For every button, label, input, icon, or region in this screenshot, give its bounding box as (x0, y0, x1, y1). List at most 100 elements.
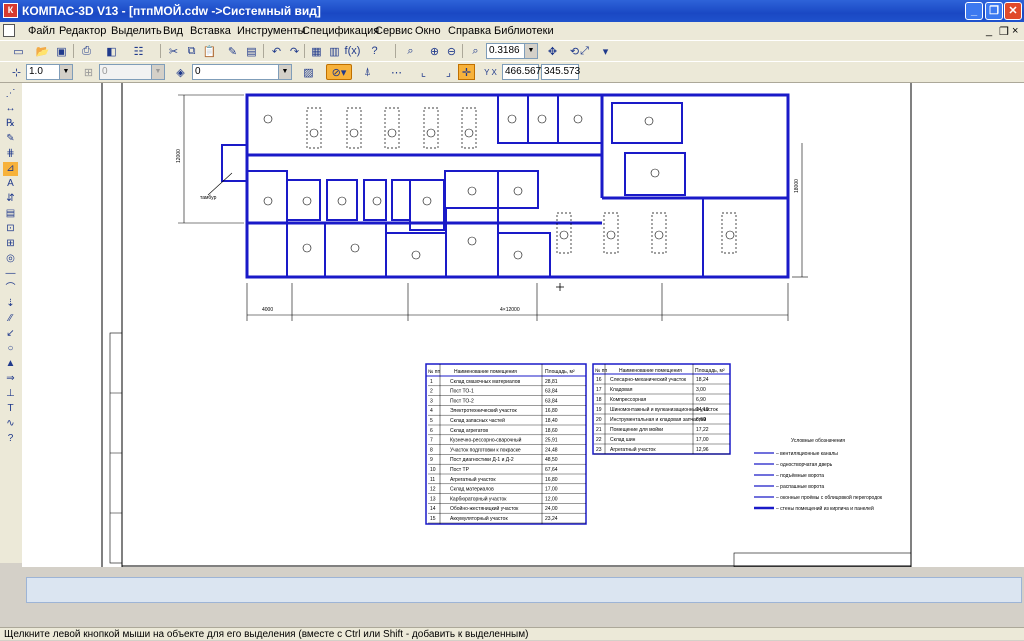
paste-icon[interactable]: 📋 (201, 43, 218, 59)
variables-icon[interactable]: ▥ (326, 43, 343, 59)
doc-close-icon[interactable]: × (1012, 25, 1018, 37)
dimensions-icon[interactable]: ↔ (3, 102, 18, 116)
manager-icon[interactable]: ▦ (308, 43, 325, 59)
table-left-cell: 28,81 (545, 379, 558, 385)
new-document-icon[interactable]: ▭ (10, 43, 27, 59)
print-icon[interactable]: ⎙ (78, 43, 95, 59)
table-right-cell: 19 (596, 407, 602, 413)
menu-edit[interactable]: Редактор (59, 25, 106, 37)
measure-icon[interactable]: ⊿ (3, 162, 18, 176)
legend-title: Условные обозначения (791, 438, 845, 444)
help-pointer-icon[interactable]: ? (366, 43, 383, 59)
doc-minimize-icon[interactable]: _ (986, 25, 992, 37)
zoom-out-icon[interactable]: ⊖ (443, 43, 460, 59)
local-cs-icon[interactable]: ⍋ (359, 64, 376, 80)
menu-tools[interactable]: Инструменты (237, 25, 306, 37)
menu-window[interactable]: Окно (415, 25, 441, 37)
menu-help[interactable]: Справка (448, 25, 491, 37)
pictures-icon[interactable]: ◎ (3, 252, 18, 266)
section-icon[interactable]: ⊥ (3, 387, 18, 401)
rough-icon[interactable]: ⇣ (3, 297, 18, 311)
cursor-snap-icon[interactable]: ✛ (458, 64, 475, 80)
menu-select[interactable]: Выделить (111, 25, 162, 37)
table-right-cell: Слесарно-механический участок (610, 376, 687, 383)
kompas-app-icon[interactable]: К (3, 3, 18, 18)
select-icon[interactable]: A (3, 177, 18, 191)
menu-file[interactable]: Файл (28, 25, 55, 37)
menu-service[interactable]: Сервис (375, 25, 413, 37)
table-right-h1: Наименование помещения (619, 368, 682, 374)
clipboard-icon[interactable]: ▤ (243, 43, 260, 59)
orthogonal-mode-icon[interactable]: ⌞ (415, 64, 432, 80)
arrow-view-icon[interactable]: ⇒ (3, 372, 18, 386)
menu-insert[interactable]: Вставка (190, 25, 231, 37)
save-icon[interactable]: ▣ (53, 43, 70, 59)
table-left-cell: 24,00 (545, 506, 558, 512)
chevron-down-icon[interactable]: ▼ (524, 44, 537, 58)
doc-restore-icon[interactable]: ❐ (999, 25, 1009, 38)
wave-icon[interactable]: ∿ (3, 417, 18, 431)
zoom-scale-icon[interactable]: ⌕ (467, 43, 484, 59)
reports-icon[interactable]: ▤ (3, 207, 18, 221)
grid-icon[interactable]: ⋯ (388, 64, 405, 80)
drawing-canvas[interactable]: 4000 4×12000 12000 18000 тамбур № пп Наи… (22, 83, 1024, 567)
table-left-cell: 16,80 (545, 477, 558, 483)
copy-icon[interactable]: ⧉ (183, 43, 200, 59)
arc-icon[interactable]: ⌒ (3, 282, 18, 296)
layer-combo[interactable]: 0 ▼ (192, 64, 292, 80)
format-painter-icon[interactable]: ✎ (224, 43, 241, 59)
spec-icon[interactable]: ⇵ (3, 192, 18, 206)
designations-icon[interactable]: ℞ (3, 117, 18, 131)
snap-icon[interactable]: ⊹ (8, 64, 25, 80)
drawing-sheet[interactable]: 4000 4×12000 12000 18000 тамбур № пп Наи… (22, 83, 1024, 567)
menu-bar: Файл Редактор Выделить Вид Вставка Инстр… (0, 22, 1024, 40)
zoom-in-icon[interactable]: ⊕ (426, 43, 443, 59)
line-width-combo[interactable]: 1.0 ▼ (26, 64, 73, 80)
pan-icon[interactable]: ✥ (544, 43, 561, 59)
zoom-combo[interactable]: 0.3186 ▼ (486, 43, 538, 59)
undo-icon[interactable]: ↶ (268, 43, 285, 59)
layer-icon[interactable]: ◈ (172, 64, 189, 80)
properties-panel-area[interactable] (26, 577, 1022, 603)
maximize-button[interactable]: ❐ (985, 2, 1003, 20)
parametrization-icon[interactable]: ⋕ (3, 147, 18, 161)
coord-x-field[interactable]: 466.567 (502, 64, 541, 80)
coord-y-field[interactable]: 345.573 (541, 64, 580, 80)
menu-libraries[interactable]: Библиотеки (494, 25, 554, 37)
ruler-icon[interactable]: — (3, 267, 18, 281)
leader-icon[interactable]: ↙ (3, 327, 18, 341)
document-icon[interactable] (3, 24, 15, 37)
question-icon[interactable]: ? (3, 432, 18, 446)
layer-value: 0 (195, 66, 201, 77)
base-icon[interactable]: ▲ (3, 357, 18, 371)
chevron-down-icon[interactable]: ▼ (278, 65, 291, 79)
geometry-icon[interactable]: ⋰ (3, 87, 18, 101)
table-left-cell: Пост ТО-2 (450, 398, 474, 404)
text-icon[interactable]: T (3, 402, 18, 416)
minimize-button[interactable]: _ (965, 2, 983, 20)
circle-icon[interactable]: ○ (3, 342, 18, 356)
chevron-down-icon[interactable]: ▼ (59, 65, 72, 79)
view-options-icon[interactable]: ▾ (597, 43, 614, 59)
open-folder-icon[interactable]: 📂 (34, 43, 51, 59)
preview-icon[interactable]: ◧ (103, 43, 120, 59)
zoom-window-icon[interactable]: ⌕ (402, 43, 419, 59)
table-left-cell: 1 (430, 379, 433, 385)
redo-icon[interactable]: ↷ (286, 43, 303, 59)
show-all-icon[interactable]: ⤢ (576, 43, 593, 59)
insert-icon[interactable]: ⊡ (3, 222, 18, 236)
properties-icon[interactable]: ☷ (130, 43, 147, 59)
menu-specification[interactable]: Спецификация (302, 25, 379, 37)
cut-icon[interactable]: ✂ (165, 43, 182, 59)
hatch-icon[interactable]: ⁄⁄ (3, 312, 18, 326)
global-snaps-icon[interactable]: ⊘▾ (326, 64, 352, 80)
legend-item: – оконные проёмы с облицовкой перегородо… (776, 494, 883, 501)
layer-state-icon[interactable]: ▨ (300, 64, 317, 80)
round-icon[interactable]: ⌟ (440, 64, 457, 80)
table-left-cell: Склад смазочных материалов (450, 379, 521, 385)
fragment-icon[interactable]: ⊞ (3, 237, 18, 251)
function-icon[interactable]: f(x) (344, 43, 361, 59)
menu-view[interactable]: Вид (163, 25, 183, 37)
close-button[interactable]: ✕ (1004, 2, 1022, 20)
edit-icon[interactable]: ✎ (3, 132, 18, 146)
